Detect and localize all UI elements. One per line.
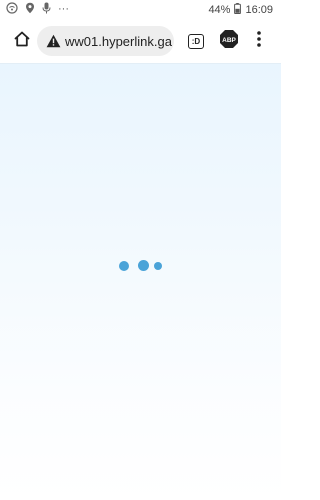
more-notifications-indicator: ··· <box>58 3 69 15</box>
battery-icon <box>234 2 242 17</box>
battery-percent: 44% <box>208 3 231 16</box>
status-left-icons: ··· <box>6 2 69 17</box>
loading-dot-3 <box>154 262 162 270</box>
url-text[interactable]: ww01.hyperlink.ga <box>65 34 172 49</box>
not-secure-warning-icon[interactable] <box>45 33 61 49</box>
microphone-icon <box>42 2 51 17</box>
phone-screen: ··· 44% 16:09 ww01.hyperlink.ga:D ABP <box>0 0 281 500</box>
home-button[interactable] <box>8 27 36 55</box>
wifi-calling-icon <box>6 2 18 17</box>
loading-dot-1 <box>119 261 129 271</box>
loading-indicator <box>118 258 168 272</box>
adblock-plus-button[interactable]: ABP <box>218 29 240 54</box>
location-icon <box>25 2 35 17</box>
extension-smile-button[interactable]: :D <box>186 31 206 51</box>
home-icon <box>13 30 31 53</box>
browser-toolbar: ww01.hyperlink.ga :D ABP <box>0 19 281 63</box>
status-bar: ··· 44% 16:09 <box>0 0 281 19</box>
clock: 16:09 <box>245 3 273 16</box>
address-bar[interactable]: ww01.hyperlink.ga <box>37 26 174 56</box>
adblock-plus-icon: ABP <box>219 29 239 54</box>
page-content <box>0 63 281 500</box>
adblock-plus-label: ABP <box>222 37 236 44</box>
overflow-menu-button[interactable] <box>248 30 270 52</box>
smile-extension-icon: :D <box>188 33 204 49</box>
loading-dot-2 <box>138 260 149 271</box>
more-vert-icon <box>256 30 262 53</box>
status-right: 44% 16:09 <box>208 2 273 17</box>
